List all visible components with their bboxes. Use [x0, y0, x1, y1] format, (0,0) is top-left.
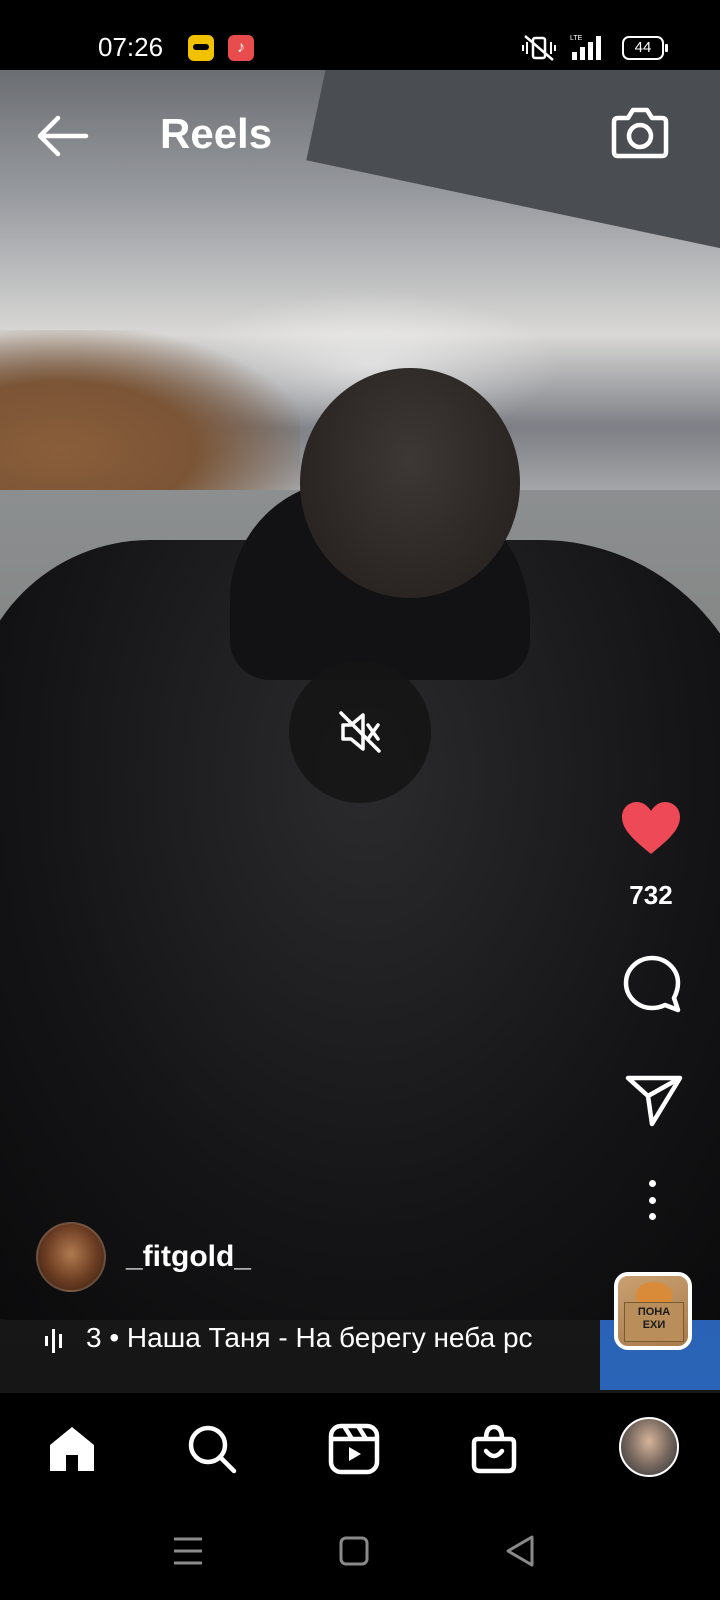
- bottom-nav: [0, 1393, 720, 1503]
- page-title: Reels: [160, 110, 273, 157]
- menu-icon[interactable]: [168, 1533, 208, 1569]
- snapchat-icon: [188, 35, 214, 61]
- more-vertical-icon[interactable]: [642, 1180, 662, 1220]
- shop-icon[interactable]: [464, 1421, 524, 1477]
- mute-toggle[interactable]: [289, 661, 431, 803]
- person-head: [300, 368, 520, 598]
- profile-avatar[interactable]: [619, 1417, 679, 1477]
- status-time: 07:26: [98, 32, 164, 62]
- home-square-icon[interactable]: [334, 1533, 374, 1569]
- search-icon[interactable]: [182, 1421, 242, 1477]
- audio-track[interactable]: 3 • Наша Таня - На берегу неба рс: [86, 1322, 580, 1354]
- speaker-muted-icon: [339, 711, 381, 753]
- author-avatar[interactable]: [36, 1222, 106, 1292]
- author-username[interactable]: _fitgold_: [126, 1240, 251, 1274]
- heart-filled-icon[interactable]: [620, 800, 682, 858]
- comment-icon[interactable]: [622, 954, 682, 1014]
- back-triangle-icon[interactable]: [500, 1533, 540, 1569]
- send-icon[interactable]: [624, 1074, 684, 1128]
- boat-roof: [306, 70, 720, 256]
- reels-icon[interactable]: [324, 1421, 384, 1477]
- status-bar: 07:26 ♪ LTE 44: [0, 0, 720, 70]
- audio-thumb-label: ПОНА ЕХИ: [637, 1306, 671, 1331]
- camera-icon[interactable]: [610, 104, 670, 160]
- music-icon: ♪: [228, 35, 254, 61]
- signal-icon: LTE: [570, 35, 601, 60]
- audio-waveform-icon: [45, 1329, 62, 1353]
- vibrate-off-icon: [522, 35, 556, 61]
- arrow-left-icon[interactable]: [34, 112, 90, 160]
- battery-indicator: 44: [622, 36, 668, 60]
- audio-thumbnail[interactable]: ПОНА ЕХИ: [614, 1272, 692, 1350]
- like-count[interactable]: 732: [600, 880, 702, 911]
- home-icon[interactable]: [42, 1421, 102, 1477]
- network-label: LTE: [570, 35, 583, 42]
- system-nav: [0, 1503, 720, 1600]
